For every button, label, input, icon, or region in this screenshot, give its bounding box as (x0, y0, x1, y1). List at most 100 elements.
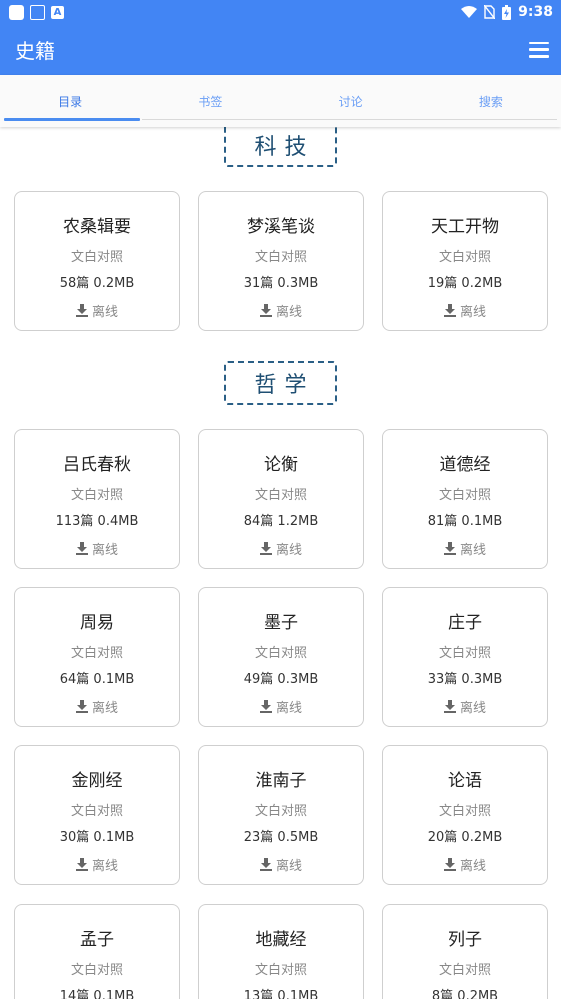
download-icon (75, 700, 88, 713)
offline-label: 离线 (459, 305, 486, 320)
offline-label: 离线 (275, 701, 302, 716)
book-type: 文白对照 (70, 804, 123, 819)
book-card[interactable]: 梦溪笔谈 文白对照 31篇 0.3MB 离线 (198, 191, 364, 331)
offline-download-button[interactable]: 离线 (383, 301, 547, 320)
menu-icon[interactable] (529, 41, 549, 58)
book-meta: 23篇 0.5MB (243, 830, 319, 845)
offline-label: 离线 (459, 543, 486, 558)
book-card[interactable]: 庄子 文白对照 33篇 0.3MB 离线 (382, 587, 548, 727)
book-meta: 13篇 0.1MB (243, 989, 319, 999)
section-title-tech: 科技 (224, 127, 337, 167)
book-type: 文白对照 (254, 488, 307, 503)
page-title: 史籍 (15, 39, 55, 63)
book-title: 吕氏春秋 (63, 455, 131, 475)
book-meta: 84篇 1.2MB (243, 514, 319, 529)
book-meta: 31篇 0.3MB (243, 276, 319, 291)
tab-bar: 目录 书签 讨论 搜索 (0, 75, 561, 127)
book-type: 文白对照 (70, 250, 123, 265)
book-meta: 19篇 0.2MB (427, 276, 503, 291)
book-title: 孟子 (80, 930, 114, 950)
book-card[interactable]: 孟子 文白对照 14篇 0.1MB 离线 (14, 904, 180, 999)
offline-download-button[interactable]: 离线 (199, 697, 363, 716)
offline-label: 离线 (459, 701, 486, 716)
status-bar: A 9:38 (0, 0, 561, 24)
offline-label: 离线 (91, 543, 118, 558)
offline-download-button[interactable]: 离线 (199, 539, 363, 558)
book-card[interactable]: 农桑辑要 文白对照 58篇 0.2MB 离线 (14, 191, 180, 331)
book-catalog[interactable]: 科技 农桑辑要 文白对照 58篇 0.2MB 离线 梦溪笔谈 文白对照 31篇 … (0, 127, 561, 999)
book-card[interactable]: 论衡 文白对照 84篇 1.2MB 离线 (198, 429, 364, 569)
download-icon (443, 858, 456, 871)
wifi-icon (461, 6, 478, 18)
book-type: 文白对照 (438, 963, 491, 978)
book-type: 文白对照 (438, 646, 491, 661)
book-meta: 58篇 0.2MB (59, 276, 135, 291)
book-card[interactable]: 金刚经 文白对照 30篇 0.1MB 离线 (14, 745, 180, 885)
book-type: 文白对照 (438, 804, 491, 819)
section-title-philosophy: 哲学 (224, 361, 337, 405)
download-icon (259, 542, 272, 555)
offline-label: 离线 (91, 859, 118, 874)
book-type: 文白对照 (254, 646, 307, 661)
download-icon (259, 700, 272, 713)
book-meta: 8篇 0.2MB (431, 989, 499, 999)
offline-label: 离线 (459, 859, 486, 874)
offline-label: 离线 (275, 859, 302, 874)
book-title: 农桑辑要 (63, 217, 131, 237)
offline-download-button[interactable]: 离线 (15, 697, 179, 716)
book-title: 墨子 (264, 613, 298, 633)
book-title: 金刚经 (71, 771, 123, 791)
book-title: 淮南子 (255, 771, 307, 791)
book-card[interactable]: 道德经 文白对照 81篇 0.1MB 离线 (382, 429, 548, 569)
book-type: 文白对照 (70, 646, 123, 661)
offline-download-button[interactable]: 离线 (199, 855, 363, 874)
book-meta: 49篇 0.3MB (243, 672, 319, 687)
offline-download-button[interactable]: 离线 (383, 697, 547, 716)
book-title: 地藏经 (255, 930, 307, 950)
offline-label: 离线 (91, 701, 118, 716)
book-meta: 33篇 0.3MB (427, 672, 503, 687)
book-card[interactable]: 周易 文白对照 64篇 0.1MB 离线 (14, 587, 180, 727)
book-title: 周易 (80, 613, 114, 633)
notification-calendar-icon (30, 4, 45, 20)
book-meta: 64篇 0.1MB (59, 672, 135, 687)
book-title: 论衡 (264, 455, 298, 475)
offline-download-button[interactable]: 离线 (383, 855, 547, 874)
download-icon (443, 700, 456, 713)
book-card[interactable]: 天工开物 文白对照 19篇 0.2MB 离线 (382, 191, 548, 331)
offline-download-button[interactable]: 离线 (15, 855, 179, 874)
battery-charging-icon (502, 4, 512, 20)
book-card[interactable]: 淮南子 文白对照 23篇 0.5MB 离线 (198, 745, 364, 885)
offline-label: 离线 (275, 305, 302, 320)
notification-a-icon: A (51, 5, 64, 19)
app-bar: 史籍 (0, 24, 561, 75)
book-meta: 113篇 0.4MB (55, 514, 139, 529)
book-card[interactable]: 吕氏春秋 文白对照 113篇 0.4MB 离线 (14, 429, 180, 569)
book-card[interactable]: 墨子 文白对照 49篇 0.3MB 离线 (198, 587, 364, 727)
notification-app-icon (9, 4, 24, 20)
offline-download-button[interactable]: 离线 (383, 539, 547, 558)
book-card[interactable]: 列子 文白对照 8篇 0.2MB 离线 (382, 904, 548, 999)
book-title: 道德经 (439, 455, 491, 475)
offline-label: 离线 (91, 305, 118, 320)
offline-download-button[interactable]: 离线 (15, 539, 179, 558)
book-card[interactable]: 论语 文白对照 20篇 0.2MB 离线 (382, 745, 548, 885)
book-title: 庄子 (448, 613, 482, 633)
download-icon (259, 858, 272, 871)
book-type: 文白对照 (254, 804, 307, 819)
book-card[interactable]: 地藏经 文白对照 13篇 0.1MB 离线 (198, 904, 364, 999)
tab-divider (142, 119, 557, 120)
book-title: 梦溪笔谈 (247, 217, 315, 237)
book-title: 列子 (448, 930, 482, 950)
book-meta: 81篇 0.1MB (427, 514, 503, 529)
offline-download-button[interactable]: 离线 (199, 301, 363, 320)
download-icon (259, 304, 272, 317)
offline-download-button[interactable]: 离线 (15, 301, 179, 320)
download-icon (443, 542, 456, 555)
no-sim-icon (484, 5, 496, 19)
tab-catalog[interactable]: 目录 (0, 75, 141, 127)
book-type: 文白对照 (254, 963, 307, 978)
book-type: 文白对照 (438, 250, 491, 265)
book-title: 天工开物 (431, 217, 499, 237)
book-meta: 14篇 0.1MB (59, 989, 135, 999)
